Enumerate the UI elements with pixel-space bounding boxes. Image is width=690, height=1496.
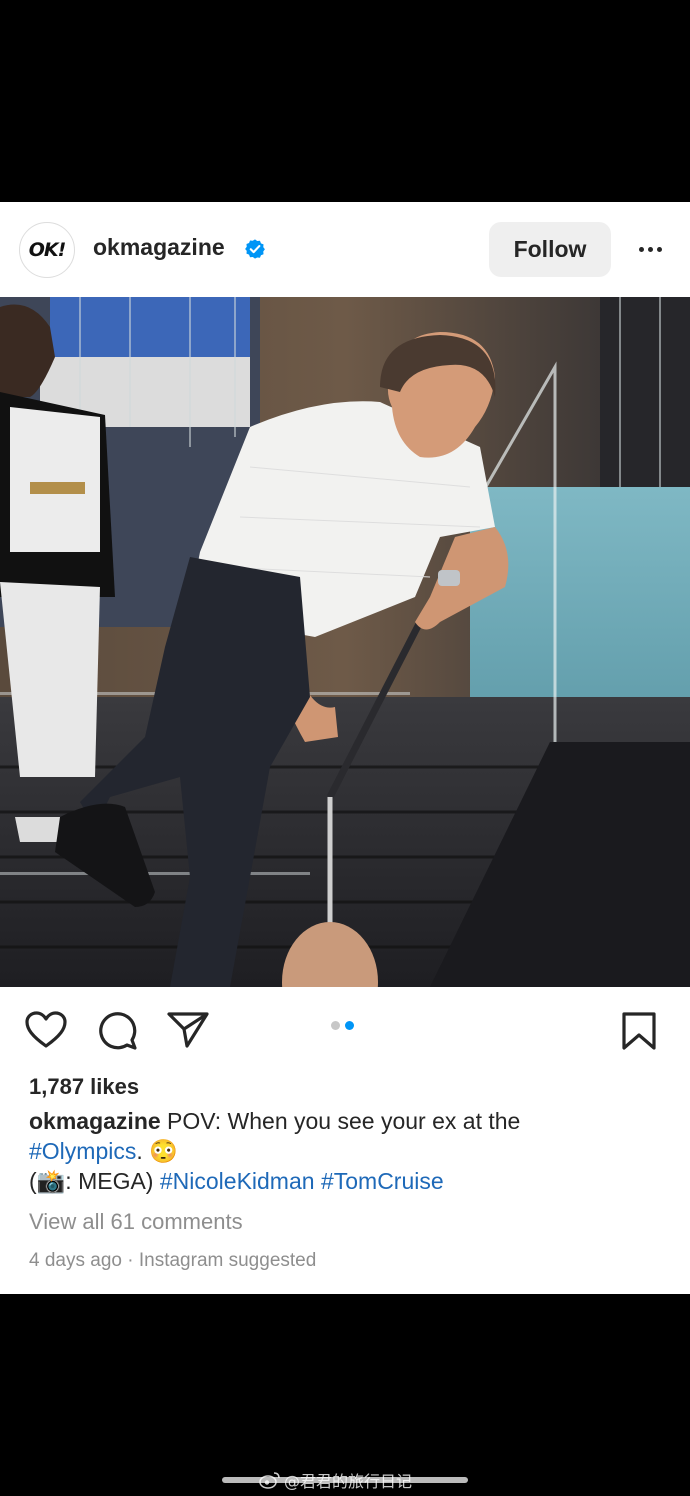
bookmark-icon[interactable] [621, 1011, 657, 1051]
like-heart-icon[interactable] [25, 1011, 67, 1049]
avatar[interactable]: OK! [19, 222, 75, 278]
follow-button[interactable]: Follow [489, 222, 611, 277]
caption-text: POV: When you see your ex at the [167, 1108, 521, 1134]
photo-illustration [0, 297, 690, 987]
hashtag-tomcruise[interactable]: #TomCruise [321, 1168, 444, 1194]
post-meta: 4 days ago · Instagram suggested [29, 1250, 316, 1272]
caption-photo-credit: (📸: MEGA) [29, 1168, 154, 1194]
hashtag-nicolekidman[interactable]: #NicoleKidman [160, 1168, 315, 1194]
username[interactable]: okmagazine [93, 234, 225, 261]
meta-separator: · [127, 1250, 134, 1271]
post-timestamp: 4 days ago [29, 1250, 122, 1271]
carousel-dot-2 [345, 1021, 354, 1030]
watermark-text: @君君的旅行日记 [284, 1472, 413, 1491]
carousel-indicator [331, 1021, 354, 1030]
watermark: @君君的旅行日记 [259, 1468, 412, 1492]
share-send-icon[interactable] [166, 1011, 210, 1049]
hashtag-olympics[interactable]: #Olympics [29, 1138, 136, 1164]
comment-icon[interactable] [96, 1010, 138, 1050]
carousel-dot-1 [331, 1021, 340, 1030]
weibo-logo-icon [259, 1472, 280, 1489]
post-header: OK! okmagazine Follow [0, 202, 690, 297]
verified-badge-icon [245, 239, 265, 259]
post-caption: okmagazine POV: When you see your ex at … [29, 1106, 669, 1196]
suggested-label: Instagram suggested [138, 1250, 317, 1271]
view-comments-link[interactable]: View all 61 comments [29, 1209, 243, 1235]
post-action-bar [0, 987, 690, 1072]
instagram-post-card: OK! okmagazine Follow 1,787 likes okmaga… [0, 202, 690, 1294]
post-photo[interactable] [0, 297, 690, 987]
likes-count[interactable]: 1,787 likes [29, 1074, 139, 1100]
caption-text-2: . 😳 [136, 1138, 178, 1164]
caption-username[interactable]: okmagazine [29, 1108, 161, 1134]
avatar-logo-text: OK! [28, 239, 67, 261]
more-options-icon[interactable] [630, 232, 670, 266]
